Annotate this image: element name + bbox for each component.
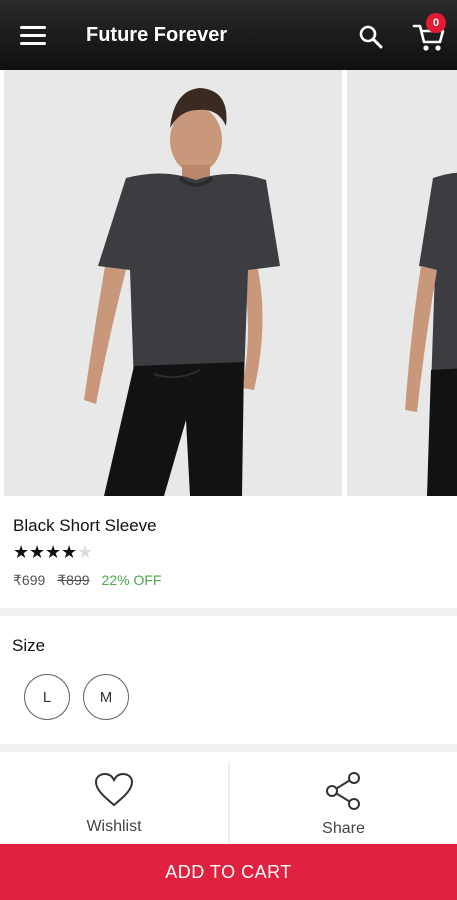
section-divider	[0, 608, 457, 616]
price-row: ₹699 ₹899 22% OFF	[13, 572, 161, 589]
hamburger-icon[interactable]	[20, 26, 46, 46]
product-image-carousel[interactable]	[0, 70, 457, 496]
size-option-l[interactable]: L	[24, 674, 70, 720]
search-icon[interactable]	[358, 24, 384, 50]
product-photo-front[interactable]	[4, 70, 342, 496]
wishlist-label: Wishlist	[86, 818, 142, 835]
add-to-cart-button[interactable]: ADD TO CART	[0, 844, 457, 900]
wishlist-button[interactable]: Wishlist	[0, 752, 228, 844]
size-option-m[interactable]: M	[83, 674, 129, 720]
app-bar: Future Forever 0	[0, 0, 457, 70]
star-rating: ★ ★ ★ ★ ★	[13, 542, 93, 562]
product-photo-side[interactable]	[347, 70, 457, 496]
cart-count-badge: 0	[426, 13, 446, 33]
discount-label: 22% OFF	[101, 572, 162, 588]
star-filled-icon: ★	[29, 542, 46, 562]
star-filled-icon: ★	[61, 542, 78, 562]
original-price: ₹899	[57, 572, 90, 588]
size-label: Size	[12, 636, 46, 655]
share-icon	[325, 772, 360, 810]
current-price: ₹699	[13, 572, 46, 588]
star-filled-icon: ★	[13, 542, 30, 562]
action-row: Wishlist Share	[0, 752, 457, 844]
section-divider	[0, 744, 457, 752]
star-filled-icon: ★	[45, 542, 62, 562]
app-title: Future Forever	[86, 24, 228, 46]
heart-icon	[94, 772, 134, 807]
share-button[interactable]: Share	[230, 752, 457, 844]
star-empty-icon: ★	[77, 542, 94, 562]
product-name: Black Short Sleeve	[13, 516, 157, 535]
product-info: Black Short Sleeve ★ ★ ★ ★ ★ ₹699 ₹899 22% O…	[0, 496, 457, 608]
size-selector: Size L M	[0, 616, 457, 744]
share-label: Share	[322, 820, 365, 837]
